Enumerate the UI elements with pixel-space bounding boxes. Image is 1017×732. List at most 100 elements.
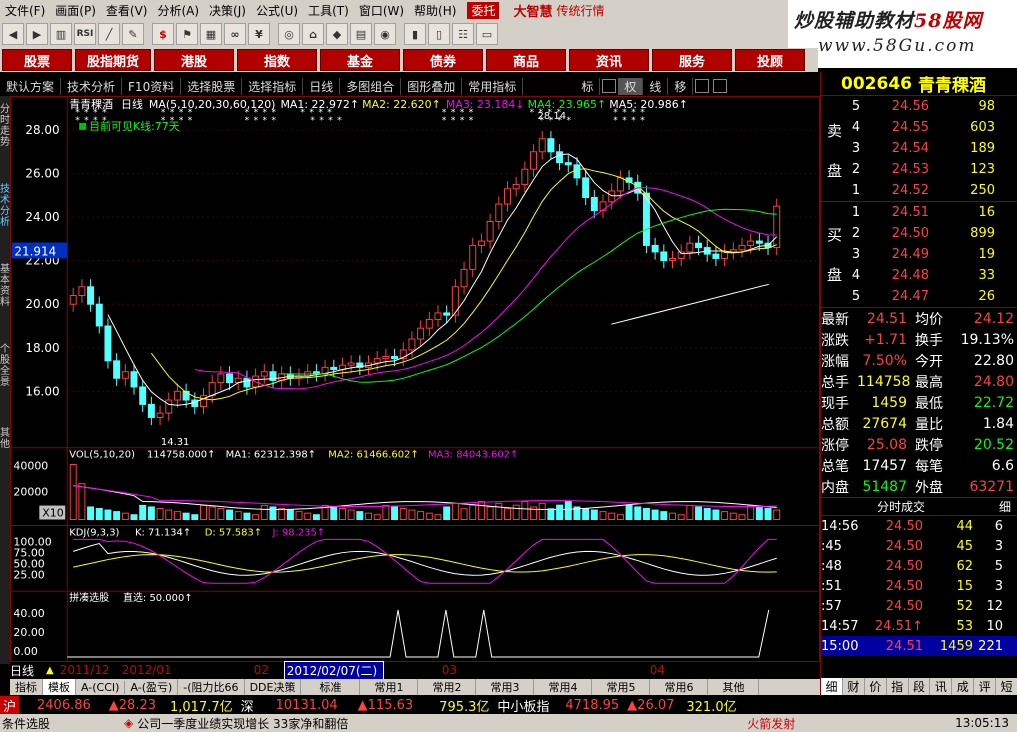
multi-chart-button[interactable]: 多图组合 — [340, 77, 402, 95]
vol-value: 114758.000↑ — [147, 450, 216, 461]
side-tab-intraday[interactable]: 分时走势 — [0, 104, 10, 148]
quote-key-2: 量比 — [915, 416, 943, 433]
candle-body — [564, 162, 572, 166]
mark-button[interactable]: 标 — [575, 77, 601, 95]
menu-tools[interactable]: 工具(T) — [303, 2, 354, 19]
column-icon[interactable]: ▯ — [428, 23, 450, 45]
tab-common4[interactable]: 常用4 — [534, 679, 593, 695]
side-tab-technical[interactable]: 技术分析 — [0, 184, 10, 228]
kline-chart[interactable]: 青青稞酒 日线 MA(5,10,20,30,60,120) MA1: 22.97… — [10, 96, 820, 662]
table-icon[interactable]: ☷ — [452, 23, 474, 45]
side-tab-fundamentals[interactable]: 基本资料 — [0, 264, 10, 308]
menu-decision[interactable]: 决策(J) — [204, 2, 251, 19]
tab-common6[interactable]: 常用6 — [650, 679, 709, 695]
panel-tab[interactable]: 细 — [821, 678, 843, 695]
ticks-detail[interactable]: 细 — [999, 498, 1011, 515]
radar-icon[interactable]: ◎ — [278, 23, 300, 45]
menu-view-page[interactable]: 画面(P) — [50, 2, 101, 19]
menu-view[interactable]: 查看(V) — [101, 2, 153, 19]
diamond-icon[interactable]: ◆ — [326, 23, 348, 45]
panel-tab[interactable]: 短 — [996, 678, 1017, 695]
tab-common1[interactable]: 常用1 — [360, 679, 419, 695]
crosshair-icon[interactable] — [602, 79, 617, 93]
tick-price: 24.50 — [885, 598, 923, 614]
menu-analysis[interactable]: 分析(A) — [152, 2, 204, 19]
tab-cci[interactable]: A-(CCI) — [76, 680, 126, 694]
panel-tab[interactable]: 价 — [865, 678, 887, 695]
panel-tab[interactable]: 财 — [843, 678, 865, 695]
next-icon[interactable] — [713, 79, 728, 93]
menu-trade[interactable]: 委托 — [467, 1, 500, 19]
move-button[interactable]: 移 — [668, 77, 694, 95]
globe-icon[interactable]: ◉ — [374, 23, 396, 45]
panel-tab[interactable]: 讯 — [930, 678, 953, 695]
nav-commodities[interactable]: 商品 — [486, 49, 566, 71]
rights-button[interactable]: 权 — [618, 77, 644, 95]
kline-icon[interactable]: ▥ — [50, 23, 72, 45]
overlay-button[interactable]: 图形叠加 — [401, 77, 463, 95]
f10-button[interactable]: F10资料 — [122, 77, 182, 95]
date-arrow-icon[interactable]: ▲ — [46, 665, 54, 676]
quote-key-2: 换手 — [915, 332, 943, 349]
panel-tab[interactable]: 段 — [909, 678, 931, 695]
dollar-icon[interactable]: $ — [152, 23, 174, 45]
nav-services[interactable]: 服务 — [652, 49, 732, 71]
menu-formula[interactable]: 公式(U) — [251, 2, 303, 19]
volume-bar — [139, 504, 147, 520]
tab-other[interactable]: 其他 — [708, 679, 760, 695]
side-tab-panorama[interactable]: 个股全景 — [0, 344, 10, 388]
nav-advisor[interactable]: 投顾 — [735, 49, 805, 71]
tab-pl[interactable]: A-(盈亏) — [125, 679, 179, 695]
chart-icon[interactable]: ▤ — [350, 23, 372, 45]
status-alert[interactable]: 火箭发射 — [747, 715, 927, 732]
select-stock-button[interactable]: 选择股票 — [181, 77, 243, 95]
panel-tab[interactable]: 成 — [952, 678, 975, 695]
nav-hk-stocks[interactable]: 港股 — [154, 49, 234, 71]
line-button[interactable]: 线 — [643, 77, 669, 95]
status-left[interactable]: 条件选股 — [0, 715, 120, 732]
tab-template[interactable]: 模板 — [43, 679, 76, 695]
draw-line-icon[interactable]: ╱ — [98, 23, 120, 45]
nav-bonds[interactable]: 债券 — [403, 49, 483, 71]
menu-file[interactable]: 文件(F) — [0, 2, 50, 19]
tech-analysis-button[interactable]: 技术分析 — [61, 77, 123, 95]
panel-tab[interactable]: 评 — [974, 678, 997, 695]
select-indicator-button[interactable]: 选择指标 — [242, 77, 304, 95]
home-icon[interactable]: ⌂ — [302, 23, 324, 45]
period-button[interactable]: 日线 — [303, 77, 341, 95]
zx-change: 26.07 — [637, 697, 675, 713]
ma5-value: MA5: 20.986↑ — [609, 98, 688, 111]
default-scheme-button[interactable]: 默认方案 — [0, 77, 62, 95]
pen-icon[interactable]: ✎ — [122, 23, 144, 45]
nav-indices[interactable]: 指数 — [237, 49, 317, 71]
nav-index-futures[interactable]: 股指期货 — [75, 49, 151, 71]
side-tab-other[interactable]: 其他 — [0, 428, 10, 450]
rsi-icon[interactable]: RSI — [74, 23, 96, 45]
bars-icon[interactable]: ▮ — [404, 23, 426, 45]
tab-common2[interactable]: 常用2 — [418, 679, 477, 695]
nav-funds[interactable]: 基金 — [320, 49, 400, 71]
sell-level: 4 — [851, 120, 861, 135]
tab-indicator[interactable]: 指标 — [10, 679, 43, 695]
grid-icon[interactable]: ▦ — [200, 23, 222, 45]
common-indicator-button[interactable]: 常用指标 — [462, 77, 524, 95]
binoculars-icon[interactable]: ∞ — [224, 23, 246, 45]
menu-window[interactable]: 窗口(W) — [354, 2, 409, 19]
panel-tab[interactable]: 指 — [887, 678, 909, 695]
money-icon[interactable]: ¥ — [248, 23, 270, 45]
nav-stocks[interactable]: 股票 — [2, 49, 72, 71]
prev-icon[interactable] — [695, 79, 710, 93]
tick-volume: 45 — [956, 538, 973, 554]
tab-dde[interactable]: DDE决策 — [245, 679, 302, 695]
tab-standard[interactable]: 标准 — [301, 679, 361, 695]
window-icon[interactable]: ▭ — [476, 23, 498, 45]
forward-icon[interactable]: ▶ — [26, 23, 48, 45]
tab-common5[interactable]: 常用5 — [592, 679, 651, 695]
tab-resist[interactable]: -(阻力比66 — [178, 679, 245, 695]
back-icon[interactable]: ◀ — [2, 23, 24, 45]
flag-icon[interactable]: ⚑ — [176, 23, 198, 45]
nav-news[interactable]: 资讯 — [569, 49, 649, 71]
status-news[interactable]: 公司一季度业绩实现增长 33家净和翻倍 — [137, 715, 747, 732]
menu-help[interactable]: 帮助(H) — [409, 2, 461, 19]
tab-common3[interactable]: 常用3 — [476, 679, 535, 695]
